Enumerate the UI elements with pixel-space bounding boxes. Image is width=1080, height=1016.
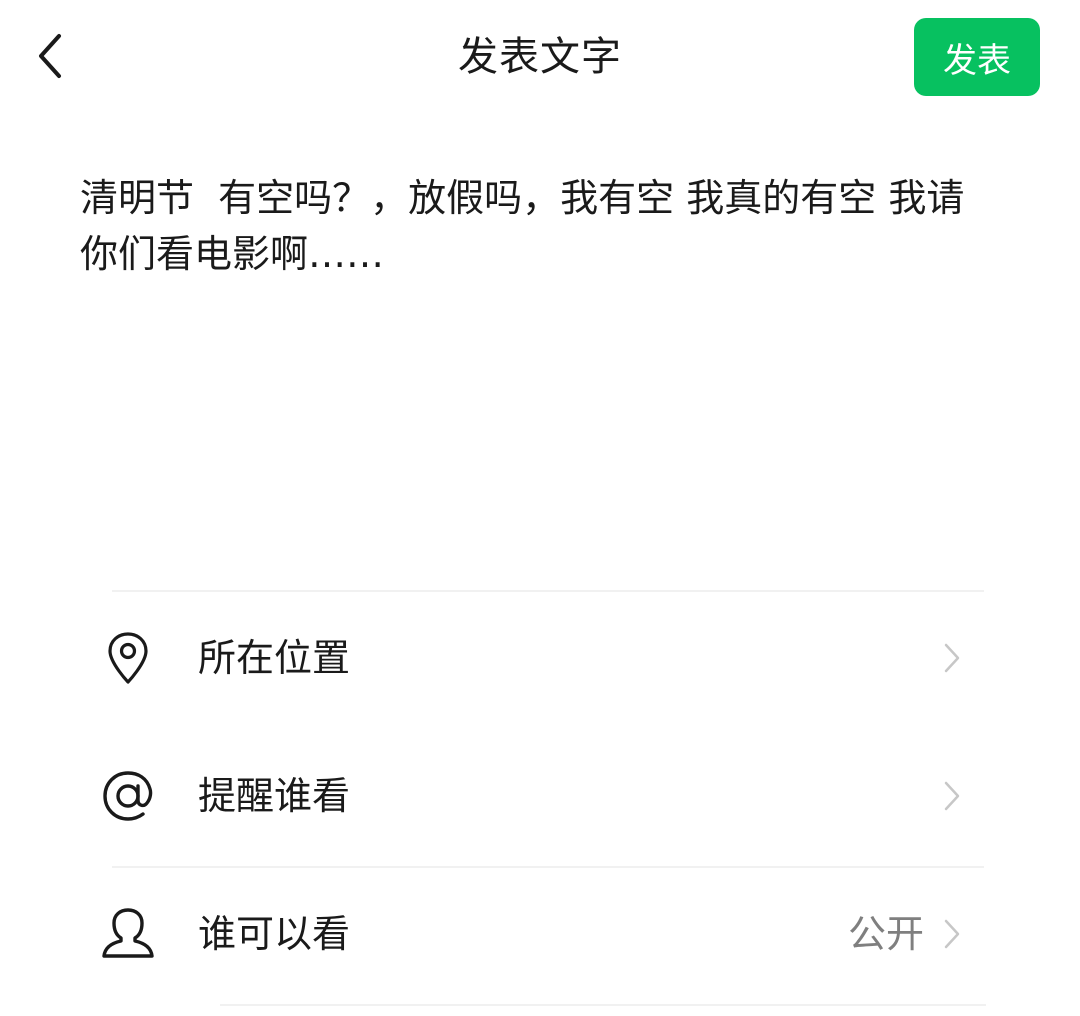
option-location[interactable]: 所在位置 bbox=[100, 600, 980, 720]
divider bbox=[112, 866, 984, 868]
chevron-right-icon bbox=[940, 916, 964, 952]
post-text-input[interactable]: 清明节 有空吗？，放假吗，我有空 我真的有空 我请你们看电影啊…… bbox=[80, 170, 990, 282]
option-visibility[interactable]: 谁可以看 公开 bbox=[100, 876, 980, 996]
chevron-right-icon bbox=[940, 640, 964, 676]
option-label: 谁可以看 bbox=[198, 912, 351, 956]
option-value: 公开 bbox=[847, 912, 924, 956]
at-sign-icon bbox=[100, 768, 156, 824]
option-label: 提醒谁看 bbox=[198, 774, 351, 818]
top-bar: 发表文字 发表 bbox=[0, 0, 1080, 116]
person-icon bbox=[100, 906, 156, 962]
divider bbox=[220, 1004, 986, 1006]
option-label: 所在位置 bbox=[198, 636, 351, 680]
location-pin-icon bbox=[100, 630, 156, 686]
chevron-right-icon bbox=[940, 778, 964, 814]
publish-button[interactable]: 发表 bbox=[914, 18, 1040, 96]
divider bbox=[112, 590, 984, 592]
option-mention[interactable]: 提醒谁看 bbox=[100, 738, 980, 858]
